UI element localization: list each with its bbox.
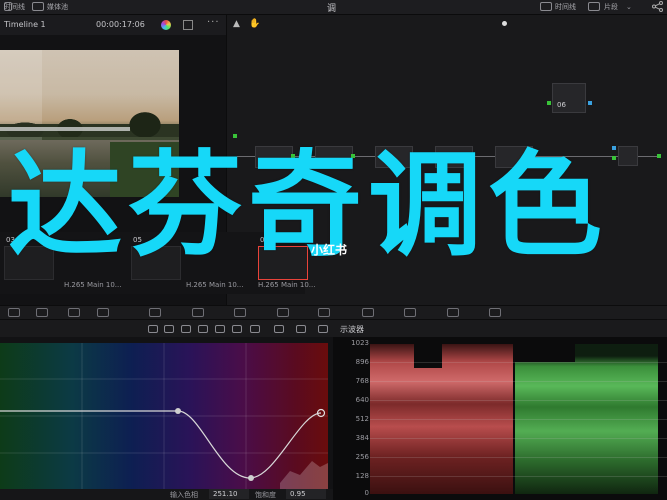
curve-graph[interactable] (0, 343, 328, 489)
rgb-mixer-icon[interactable] (97, 308, 109, 317)
curve-values: 输入色相 251.10 饱和度 0.95 (0, 489, 333, 500)
more-icon[interactable] (318, 325, 328, 333)
axis-tick: 0 (364, 489, 369, 497)
top-tab-clips[interactable]: 片段 (604, 2, 618, 12)
blur-icon[interactable] (362, 308, 374, 317)
scopes-header: 示波器 (333, 319, 667, 337)
input-port[interactable] (233, 134, 237, 138)
scope-gridline (370, 438, 667, 439)
watermark: 小红书 (311, 243, 348, 257)
scope-axis: 1023 896 768 640 512 384 256 128 0 (333, 337, 373, 500)
media-pool-icon[interactable] (32, 2, 44, 11)
curve-control-point[interactable] (248, 475, 254, 481)
top-tab-timeline-right[interactable]: 时间线 (555, 2, 576, 12)
top-bar: 时间线 媒体池 调 时间线 片段 ⌄ (0, 0, 667, 15)
timeline-selector[interactable]: Timeline 1 (4, 20, 46, 29)
clip-name: H.265 Main 10... (186, 281, 244, 289)
waveform-scope: 1023 896 768 640 512 384 256 128 0 (333, 337, 667, 500)
window-icon[interactable] (234, 308, 246, 317)
reset-icon[interactable] (296, 325, 306, 333)
scope-gridline (370, 419, 667, 420)
curve-mode-icon[interactable] (274, 325, 284, 333)
axis-tick: 640 (355, 396, 369, 404)
curve-mode-icon[interactable] (215, 325, 225, 333)
magic-mask-icon[interactable] (318, 308, 330, 317)
top-tab-timeline[interactable]: 时间线 (4, 2, 25, 12)
timeline-view-icon[interactable] (540, 2, 552, 11)
clip-name: H.265 Main 10... (258, 281, 316, 289)
hue-sat-curve[interactable] (0, 343, 328, 489)
color-wheel-icon[interactable] (161, 20, 171, 30)
curve-mode-icon[interactable] (198, 325, 208, 333)
palette-toolbar (0, 305, 667, 319)
curve-mode-icon[interactable] (250, 325, 260, 333)
axis-tick: 896 (355, 358, 369, 366)
viewer-mode-icon[interactable] (183, 20, 193, 30)
page-title: 调 (327, 4, 337, 14)
curve-control-point[interactable] (175, 408, 181, 414)
axis-tick: 768 (355, 377, 369, 385)
clip-name: H.265 Main 10... (64, 281, 122, 289)
curve-mode-icon[interactable] (164, 325, 174, 333)
saturation-value[interactable]: 0.95 (286, 489, 326, 499)
more-icon[interactable]: ··· (207, 17, 220, 28)
sizing-icon[interactable] (447, 308, 459, 317)
scope-gridline (370, 381, 667, 382)
axis-tick: 512 (355, 415, 369, 423)
timecode: 00:00:17:06 (96, 20, 145, 29)
chevron-down-icon[interactable]: ⌄ (626, 3, 632, 11)
pointer-tool-icon[interactable]: ▲ (233, 19, 240, 29)
top-tab-media-pool[interactable]: 媒体池 (47, 2, 68, 12)
curve-link-icon[interactable] (181, 325, 191, 333)
qualifier-icon[interactable] (192, 308, 204, 317)
camera-raw-icon[interactable] (8, 308, 20, 317)
color-match-icon[interactable] (36, 308, 48, 317)
input-hue-label: 输入色相 (170, 491, 198, 499)
curves-icon[interactable] (149, 308, 161, 317)
scopes-title: 示波器 (340, 325, 364, 334)
tracker-icon[interactable] (277, 308, 289, 317)
clip-view-icon[interactable] (588, 2, 600, 11)
node-6-input[interactable] (547, 101, 551, 105)
axis-tick: 1023 (351, 339, 369, 347)
node-6-output[interactable] (588, 101, 592, 105)
viewer-header: Timeline 1 00:00:17:06 ··· (0, 15, 226, 35)
hand-tool-icon[interactable]: ✋ (249, 19, 260, 29)
color-wheels-icon[interactable] (68, 308, 80, 317)
node-6[interactable]: 06 (552, 83, 586, 113)
scope-gridline (370, 457, 667, 458)
axis-tick: 128 (355, 472, 369, 480)
key-icon[interactable] (404, 308, 416, 317)
scope-gridline (370, 476, 667, 477)
scope-gridline (370, 400, 667, 401)
preview-bridge (0, 127, 130, 131)
curves-header (0, 319, 333, 337)
curve-mode-icon[interactable] (232, 325, 242, 333)
scope-gridline (370, 362, 667, 363)
saturation-label: 饱和度 (255, 491, 276, 499)
preview-trees (0, 105, 179, 137)
node-6-label: 06 (557, 101, 566, 109)
axis-tick: 384 (355, 434, 369, 442)
curve-mode-icon[interactable] (148, 325, 158, 333)
3d-icon[interactable] (489, 308, 501, 317)
axis-tick: 256 (355, 453, 369, 461)
node-editor-indicator (502, 21, 507, 26)
input-hue-value[interactable]: 251.10 (209, 489, 249, 499)
share-icon[interactable] (652, 1, 663, 12)
